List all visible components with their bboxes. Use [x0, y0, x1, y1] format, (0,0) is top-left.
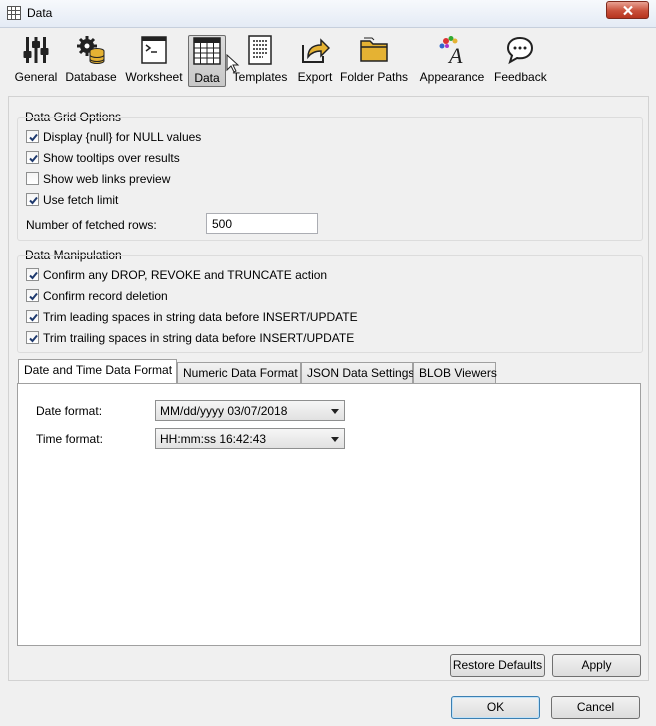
check-icon [29, 313, 38, 322]
checkbox-confirm-drop[interactable]: Confirm any DROP, REVOKE and TRUNCATE ac… [26, 268, 327, 286]
toolbar-folder-paths[interactable]: Folder Paths [340, 35, 408, 87]
checkbox[interactable] [26, 331, 39, 344]
check-icon [29, 292, 38, 301]
toolbar-feedback[interactable]: Feedback [494, 35, 547, 87]
svg-text:A: A [447, 43, 463, 65]
checkbox[interactable] [26, 193, 39, 206]
fetched-rows-input[interactable]: 500 [206, 213, 318, 234]
checkbox[interactable] [26, 172, 39, 185]
checkbox[interactable] [26, 310, 39, 323]
toolbar-appearance[interactable]: A Appearance [418, 35, 486, 87]
appearance-icon: A [439, 36, 463, 65]
close-icon [623, 5, 633, 16]
tab-json-settings[interactable]: JSON Data Settings [301, 362, 414, 383]
checkbox-trim-leading[interactable]: Trim leading spaces in string data befor… [26, 310, 358, 328]
check-icon [29, 133, 38, 142]
title-bar: Data [0, 0, 656, 28]
checkbox[interactable] [26, 268, 39, 281]
checkbox-trim-trailing[interactable]: Trim trailing spaces in string data befo… [26, 331, 354, 349]
checkbox[interactable] [26, 130, 39, 143]
checkbox-confirm-deletion[interactable]: Confirm record deletion [26, 289, 168, 307]
checkbox-web-links-preview[interactable]: Show web links preview [26, 172, 170, 190]
checkbox-show-tooltips[interactable]: Show tooltips over results [26, 151, 180, 169]
cancel-button[interactable]: Cancel [551, 696, 640, 719]
preferences-toolbar: General Database Worksheet Data Template… [0, 28, 656, 90]
toolbar-worksheet[interactable]: Worksheet [124, 35, 184, 87]
grid-icon [7, 6, 21, 20]
ok-button[interactable]: OK [451, 696, 540, 719]
chevron-down-icon [331, 409, 339, 414]
date-format-select[interactable]: MM/dd/yyyy 03/07/2018 [155, 400, 345, 421]
check-icon [29, 154, 38, 163]
export-icon [302, 38, 330, 63]
chevron-down-icon [331, 437, 339, 442]
toolbar-database[interactable]: Database [64, 35, 118, 87]
folder-icon [360, 37, 388, 62]
toolbar-data[interactable]: Data [188, 35, 226, 87]
window-title: Data [27, 6, 53, 20]
close-button[interactable] [606, 1, 649, 19]
tab-numeric-format[interactable]: Numeric Data Format [177, 362, 301, 383]
checkbox-display-null[interactable]: Display {null} for NULL values [26, 130, 201, 148]
fetched-rows-label: Number of fetched rows: [26, 218, 157, 232]
worksheet-icon [141, 36, 167, 64]
toolbar-templates[interactable]: Templates [232, 35, 288, 87]
tab-blob-viewers[interactable]: BLOB Viewers [413, 362, 497, 383]
check-icon [29, 271, 38, 280]
restore-defaults-button[interactable]: Restore Defaults [450, 654, 545, 677]
sliders-icon [23, 37, 49, 63]
templates-icon [248, 35, 272, 65]
date-format-label: Date format: [36, 404, 103, 418]
checkbox-use-fetch-limit[interactable]: Use fetch limit [26, 193, 118, 211]
check-icon [29, 334, 38, 343]
database-gear-icon [77, 36, 105, 65]
toolbar-general[interactable]: General [14, 35, 58, 87]
speech-bubble-icon [506, 36, 534, 65]
checkbox[interactable] [26, 289, 39, 302]
time-format-select[interactable]: HH:mm:ss 16:42:43 [155, 428, 345, 449]
settings-panel: Data Grid Options Display {null} for NUL… [8, 96, 649, 681]
tab-panel-date-time: Date format: MM/dd/yyyy 03/07/2018 Time … [17, 383, 641, 646]
time-format-label: Time format: [36, 432, 103, 446]
tab-date-time-format[interactable]: Date and Time Data Format [18, 359, 177, 383]
apply-button[interactable]: Apply [552, 654, 641, 677]
toolbar-export[interactable]: Export [296, 35, 334, 87]
checkbox[interactable] [26, 151, 39, 164]
check-icon [29, 196, 38, 205]
grid-icon [193, 37, 221, 65]
